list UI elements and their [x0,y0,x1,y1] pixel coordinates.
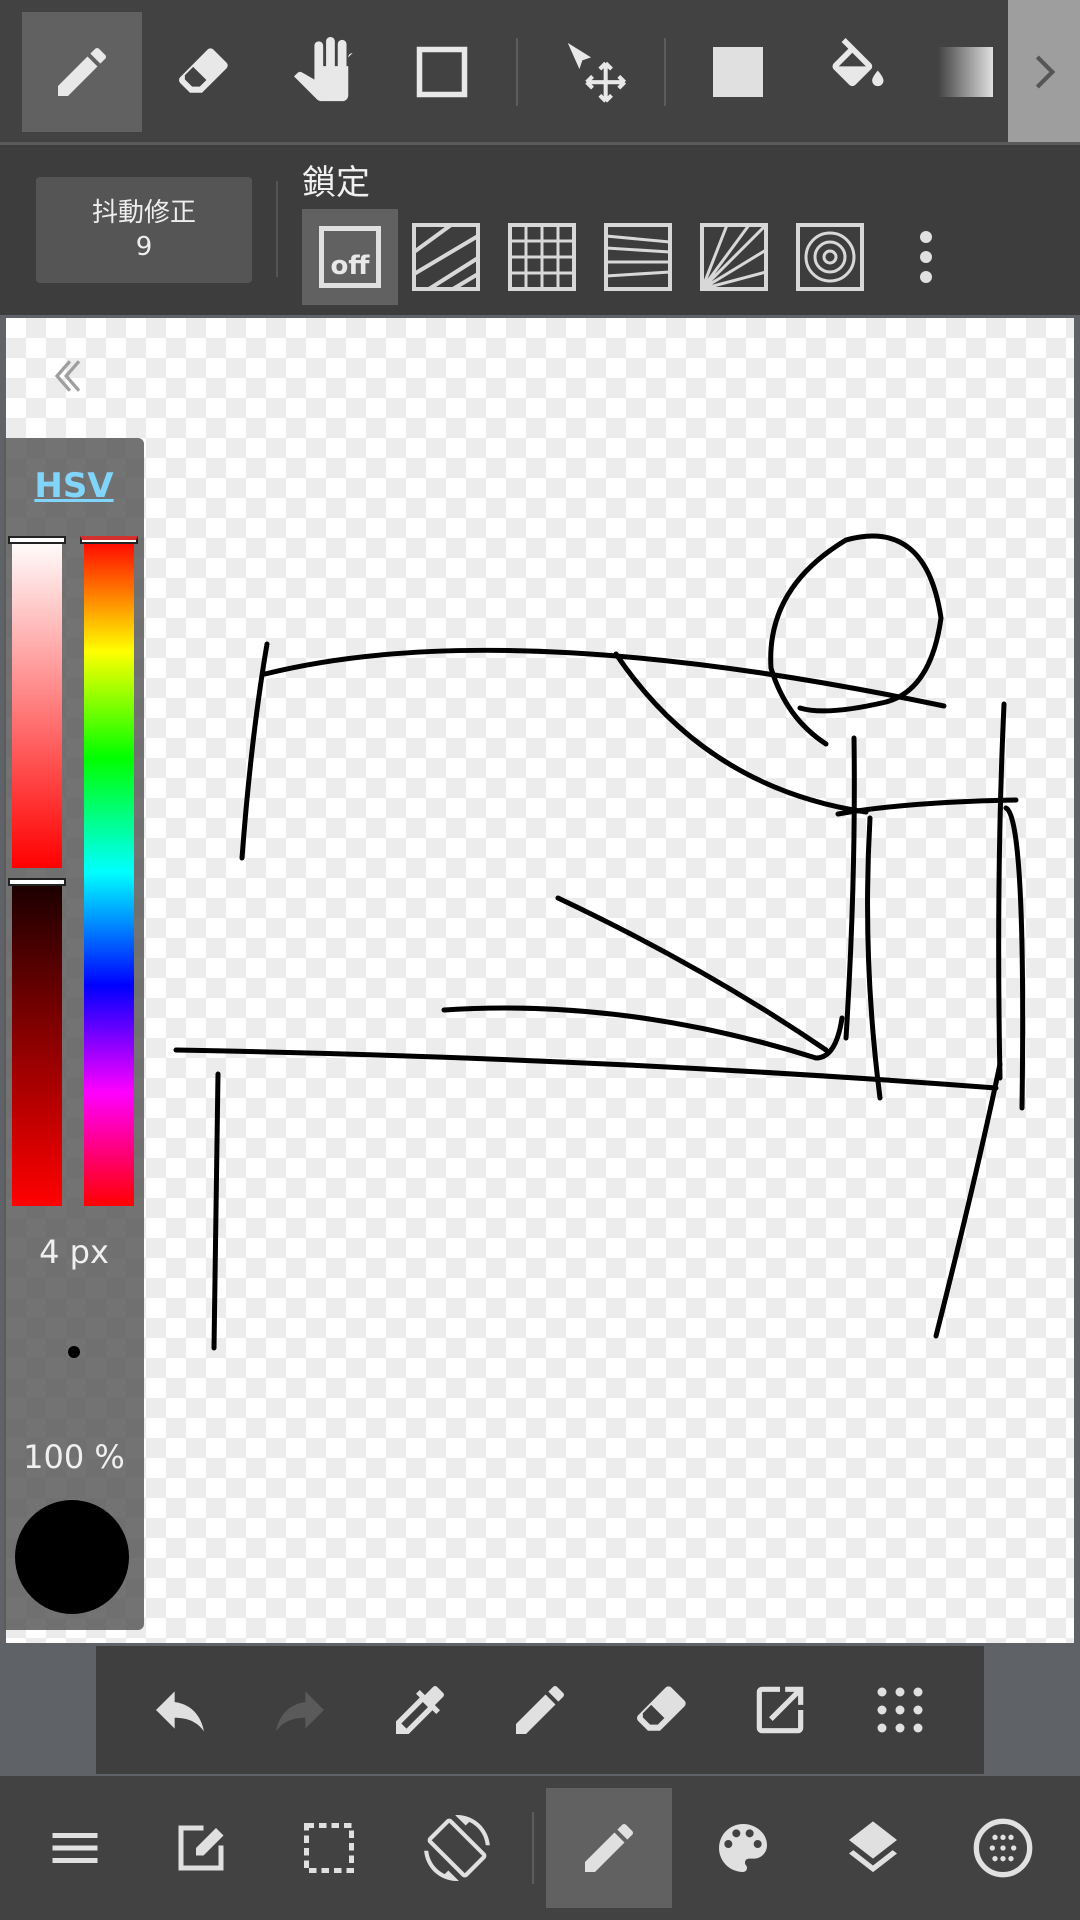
pen-icon [516,1685,565,1734]
collapse-panel-button[interactable] [40,348,96,404]
snap-off-button[interactable]: off [302,209,398,305]
gradient-tool-button[interactable] [918,12,1008,132]
redo-icon [276,1691,324,1732]
main-toolbar [0,0,1080,145]
hue-slider[interactable] [84,538,134,1206]
concentric-snap-icon [796,223,864,291]
snap-perspective-button[interactable] [590,209,686,305]
material-button[interactable] [940,1788,1066,1908]
snap-lock-label: 鎖定 [302,163,370,203]
stabilizer-button[interactable]: 抖動修正 9 [36,177,252,283]
palette-icon [719,1824,767,1872]
export-button[interactable] [732,1662,828,1758]
brush-size-preview [68,1346,80,1358]
redo-button[interactable] [252,1662,348,1758]
toolbar-divider [664,38,666,106]
grid-snap-icon [508,223,576,291]
menu-icon [52,1833,98,1863]
chevron-right-icon [1035,55,1056,89]
more-vert-icon [920,231,932,283]
pen-icon [58,47,107,96]
hand-tool-button[interactable] [262,12,382,132]
eraser-icon [636,1686,686,1731]
gradient-icon [938,47,993,97]
undo-button[interactable] [132,1662,228,1758]
saturation-slider[interactable] [12,538,62,868]
fill-tool-button[interactable] [678,12,798,132]
quick-action-bar [96,1646,984,1774]
drawing-canvas[interactable] [6,318,1074,1643]
fill-square-icon [713,47,763,97]
eraser-tool-button[interactable] [142,12,262,132]
sketch-strokes [173,533,1026,1351]
layers-icon [849,1821,897,1873]
brush-settings-bar: 抖動修正 9 鎖定 off [0,145,1080,315]
settings-divider [276,181,278,277]
pen-tool-button[interactable] [22,12,142,132]
edit-button[interactable] [138,1788,264,1908]
main-menu-button[interactable] [12,1788,138,1908]
brush-panel-button[interactable] [546,1788,672,1908]
rotate-view-button[interactable] [394,1788,520,1908]
edit-icon [178,1825,224,1871]
bucket-icon [832,38,884,87]
stabilizer-value: 9 [135,232,153,262]
selection-icon [304,1823,354,1873]
eraser-icon [178,48,228,93]
rotate-screen-icon [424,1815,490,1881]
brush-icon [585,1823,634,1872]
value-knob[interactable] [8,878,66,886]
eyedropper-icon [396,1685,444,1734]
quick-eraser-button[interactable] [612,1662,708,1758]
current-color-swatch[interactable] [15,1500,129,1614]
perspective-snap-icon [604,223,672,291]
radial-snap-icon [700,223,768,291]
snap-off-label: off [330,251,370,281]
color-panel: HSV 4 px 100 % [4,438,144,1630]
saturation-knob[interactable] [8,536,66,544]
shape-tool-button[interactable] [382,12,502,132]
snap-off-icon: off [319,226,381,288]
bottom-navigation [0,1776,1080,1920]
grid-menu-icon [877,1687,923,1733]
bucket-tool-button[interactable] [798,12,918,132]
double-chevron-left-icon [54,360,81,392]
value-slider[interactable] [12,882,62,1206]
stabilizer-label: 抖動修正 [91,198,196,228]
selection-button[interactable] [266,1788,392,1908]
quick-menu-button[interactable] [852,1662,948,1758]
snap-more-button[interactable] [878,209,974,305]
move-transform-icon [567,42,627,103]
color-mode-toggle[interactable]: HSV [4,466,144,506]
snap-radial-button[interactable] [686,209,782,305]
material-icon [973,1818,1033,1878]
export-icon [756,1686,804,1734]
move-tool-button[interactable] [534,12,654,132]
hue-knob[interactable] [80,536,138,544]
snap-parallel-button[interactable] [398,209,494,305]
layers-button[interactable] [810,1788,936,1908]
toolbar-divider [516,38,518,106]
hand-icon [294,37,353,102]
eyedropper-button[interactable] [372,1662,468,1758]
quick-pen-button[interactable] [492,1662,588,1758]
brush-size-label[interactable]: 4 px [4,1233,144,1271]
undo-icon [156,1691,204,1732]
opacity-label[interactable]: 100 % [4,1438,144,1476]
parallel-snap-icon [412,223,480,291]
snap-grid-button[interactable] [494,209,590,305]
snap-concentric-button[interactable] [782,209,878,305]
nav-divider [532,1812,534,1884]
rectangle-tool-icon [416,46,468,98]
palette-button[interactable] [680,1788,806,1908]
toolbar-next-button[interactable] [1008,0,1080,144]
